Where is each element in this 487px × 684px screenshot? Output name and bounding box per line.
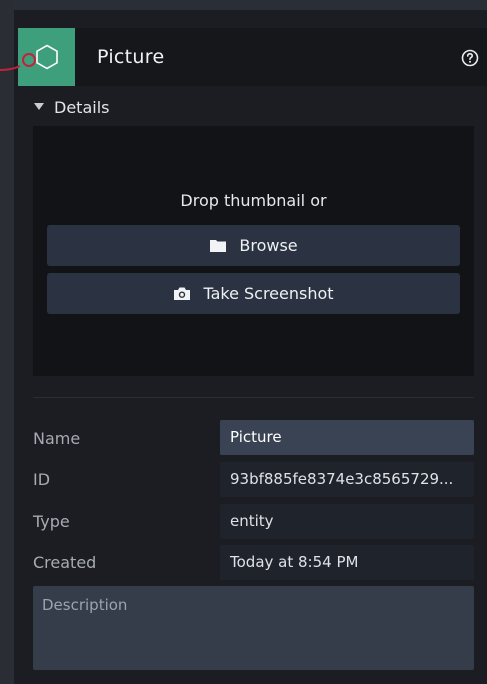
node-header bbox=[18, 28, 487, 86]
question-circle-icon[interactable] bbox=[461, 49, 479, 67]
details-section-title: Details bbox=[54, 97, 110, 117]
drop-thumbnail-text: Drop thumbnail or bbox=[180, 191, 327, 210]
take-screenshot-label: Take Screenshot bbox=[203, 284, 334, 303]
description-field[interactable]: Description bbox=[33, 586, 474, 670]
node-title: Picture bbox=[97, 46, 165, 68]
name-field[interactable]: Picture bbox=[220, 420, 474, 455]
created-label: Created bbox=[33, 553, 97, 572]
name-label: Name bbox=[33, 429, 81, 448]
id-label: ID bbox=[33, 470, 51, 489]
type-label: Type bbox=[33, 512, 70, 531]
browse-button[interactable]: Browse bbox=[47, 225, 460, 266]
details-section-toggle[interactable]: Details bbox=[34, 97, 109, 117]
id-value: 93bf885fe8374e3c8565729... bbox=[220, 462, 474, 497]
top-toolbar-edge bbox=[14, 0, 487, 10]
description-placeholder: Description bbox=[42, 596, 128, 614]
connector-wire bbox=[0, 53, 36, 71]
section-divider bbox=[33, 397, 474, 398]
browse-label: Browse bbox=[239, 236, 298, 255]
left-edge-strip bbox=[0, 0, 14, 684]
folder-icon bbox=[210, 240, 227, 252]
created-value: Today at 8:54 PM bbox=[220, 545, 474, 580]
triangle-down-icon bbox=[34, 103, 44, 110]
camera-icon bbox=[174, 287, 191, 300]
take-screenshot-button[interactable]: Take Screenshot bbox=[47, 273, 460, 314]
connector-dot[interactable] bbox=[22, 53, 36, 67]
type-value: entity bbox=[220, 504, 474, 539]
